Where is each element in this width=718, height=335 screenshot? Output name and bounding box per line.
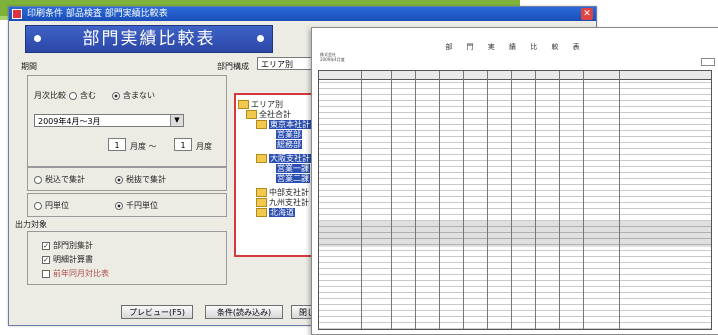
aggregation-group: 税込で集計 税抜で集計 (27, 167, 227, 191)
folder-icon (256, 154, 267, 163)
tree-node[interactable]: 営業二課 (276, 173, 310, 184)
report-preview: 部 門 実 績 比 較 表 株式会社 2009年4月度 (311, 27, 718, 335)
window-titlebar: 印刷条件 部品検査 部門実績比較表 ✕ (9, 7, 596, 21)
output-item-1-label: 部門別集計 (53, 241, 93, 250)
units-radio-row: 円単位 千円単位 (34, 200, 158, 211)
report-meta: 株式会社 2009年4月度 (320, 52, 345, 62)
folder-icon (256, 198, 267, 207)
report-column-rule (583, 71, 584, 329)
report-column-rule (439, 71, 440, 329)
report-column-rule (619, 71, 620, 329)
tax-in-radio[interactable] (34, 175, 42, 184)
checkbox-checked-icon[interactable]: ✓ (42, 255, 50, 264)
banner-dot-left (34, 35, 41, 42)
exclude-radio[interactable] (112, 91, 120, 100)
month-suffix: 月度 (196, 142, 212, 151)
report-column-rule (511, 71, 512, 329)
report-table (318, 70, 712, 330)
condition-button[interactable]: 条件(読み込み) (205, 305, 283, 319)
output-item-2-label: 明細計算書 (53, 255, 93, 264)
dept-label: 部門構成 (217, 62, 249, 71)
app-icon (12, 9, 22, 19)
report-title: 部 門 実 績 比 較 表 (445, 43, 586, 51)
output-item-3[interactable]: 前年同月対比表 (42, 268, 109, 279)
report-column-rule (463, 71, 464, 329)
output-item-2[interactable]: ✓ 明細計算書 (42, 254, 93, 265)
report-table-header (319, 71, 711, 80)
aggregation-radio-row: 税込で集計 税抜で集計 (34, 174, 166, 185)
report-page-box (701, 58, 715, 66)
dept-selector[interactable]: エリア別 (257, 57, 315, 70)
folder-icon (256, 120, 267, 129)
folder-icon (256, 188, 267, 197)
period-group: 月次比較 含む 含まない 2009年4月〜3月 ▼ 1 月度 〜 1 月度 (27, 75, 227, 167)
compare-label: 月次比較 (34, 91, 66, 100)
report-meta-line2: 2009年4月度 (320, 57, 345, 62)
report-column-rule (487, 71, 488, 329)
page-title: 部門実績比較表 (82, 29, 216, 49)
yen-label: 円単位 (45, 201, 69, 210)
tax-in-label: 税込で集計 (45, 175, 85, 184)
dept-selector-value: エリア別 (261, 60, 293, 69)
tax-out-label: 税抜で集計 (126, 175, 166, 184)
report-shaded-rows (319, 221, 711, 247)
year-select[interactable]: 2009年4月〜3月 ▼ (34, 114, 184, 127)
window-close-button[interactable]: ✕ (581, 8, 593, 20)
checkbox-empty-icon[interactable] (42, 269, 50, 278)
thousand-yen-label: 千円単位 (126, 201, 158, 210)
output-label: 出力対象 (15, 220, 47, 229)
report-column-rule (559, 71, 560, 329)
report-column-rule (361, 71, 362, 329)
to-month-field[interactable]: 1 (174, 138, 192, 151)
tax-out-radio[interactable] (115, 175, 123, 184)
exclude-label: 含まない (123, 91, 155, 100)
chevron-down-icon[interactable]: ▼ (170, 115, 183, 126)
tree-node[interactable]: 北海道 (256, 207, 295, 218)
page-title-banner: 部門実績比較表 (25, 25, 273, 53)
preview-button[interactable]: プレビュー(F5) (121, 305, 193, 319)
include-label: 含む (80, 91, 96, 100)
units-group: 円単位 千円単位 (27, 193, 227, 217)
folder-icon (256, 208, 267, 217)
month-range-separator: 月度 〜 (130, 142, 157, 151)
folder-icon (246, 110, 257, 119)
year-value: 2009年4月〜3月 (38, 117, 101, 126)
include-radio[interactable] (69, 91, 77, 100)
yen-radio[interactable] (34, 201, 42, 210)
report-column-rule (415, 71, 416, 329)
output-group: ✓ 部門別集計 ✓ 明細計算書 前年同月対比表 (27, 231, 227, 285)
from-month-field[interactable]: 1 (108, 138, 126, 151)
period-label: 期間 (21, 62, 37, 71)
tree-node[interactable]: 総務部 (276, 139, 302, 150)
window-title: 印刷条件 部品検査 部門実績比較表 (27, 9, 168, 19)
checkbox-checked-icon[interactable]: ✓ (42, 241, 50, 250)
output-item-1[interactable]: ✓ 部門別集計 (42, 240, 93, 251)
folder-icon (238, 100, 249, 109)
output-item-3-label: 前年同月対比表 (53, 269, 109, 278)
banner-dot-right (257, 35, 264, 42)
report-column-rule (535, 71, 536, 329)
compare-radio-row: 月次比較 含む 含まない (34, 90, 155, 101)
thousand-yen-radio[interactable] (115, 201, 123, 210)
report-column-rule (391, 71, 392, 329)
